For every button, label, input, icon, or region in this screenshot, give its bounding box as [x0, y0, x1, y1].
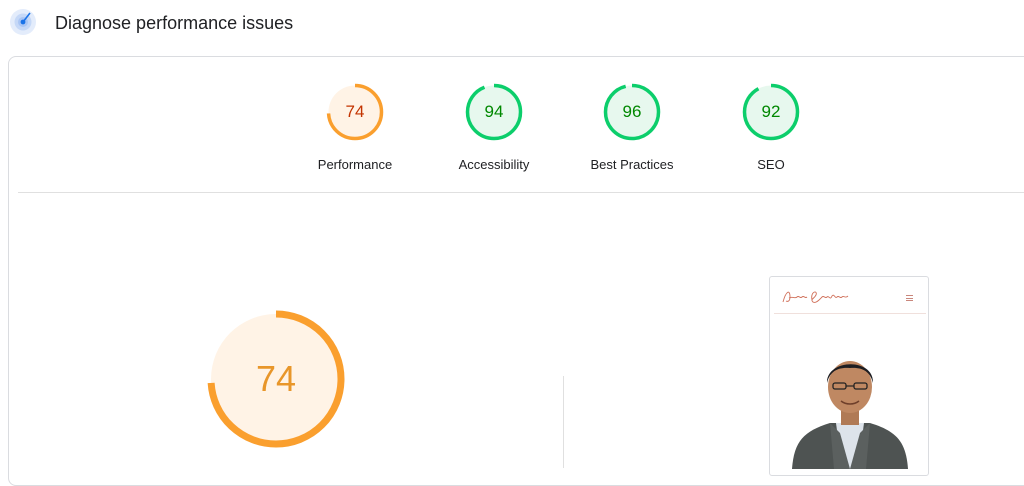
performance-score-value: 74	[255, 358, 297, 399]
score-label: Best Practices	[590, 157, 674, 172]
score-gauge-accessibility[interactable]: 94 Accessibility	[434, 83, 554, 172]
score-label: Accessibility	[458, 157, 530, 172]
performance-score-gauge: 74	[205, 308, 347, 450]
person-portrait	[790, 341, 910, 469]
score-label: SEO	[757, 157, 785, 172]
divider	[18, 192, 1024, 193]
score-value: 92	[761, 102, 781, 121]
lighthouse-pulse-icon	[9, 8, 37, 36]
score-gauge-seo[interactable]: 92 SEO	[711, 83, 831, 172]
site-logo	[780, 287, 852, 312]
divider	[563, 376, 564, 468]
score-gauge-performance[interactable]: 74 Performance	[295, 83, 415, 172]
score-value: 96	[622, 102, 642, 121]
score-value: 74	[345, 102, 365, 121]
score-value: 94	[484, 102, 504, 121]
hamburger-menu-icon[interactable]	[906, 295, 913, 303]
page-title: Diagnose performance issues	[55, 13, 294, 33]
score-label: Performance	[317, 157, 393, 172]
page-screenshot-thumbnail[interactable]	[769, 276, 929, 476]
header: Diagnose performance issues	[0, 0, 1024, 46]
score-gauge-best-practices[interactable]: 96 Best Practices	[572, 83, 692, 172]
